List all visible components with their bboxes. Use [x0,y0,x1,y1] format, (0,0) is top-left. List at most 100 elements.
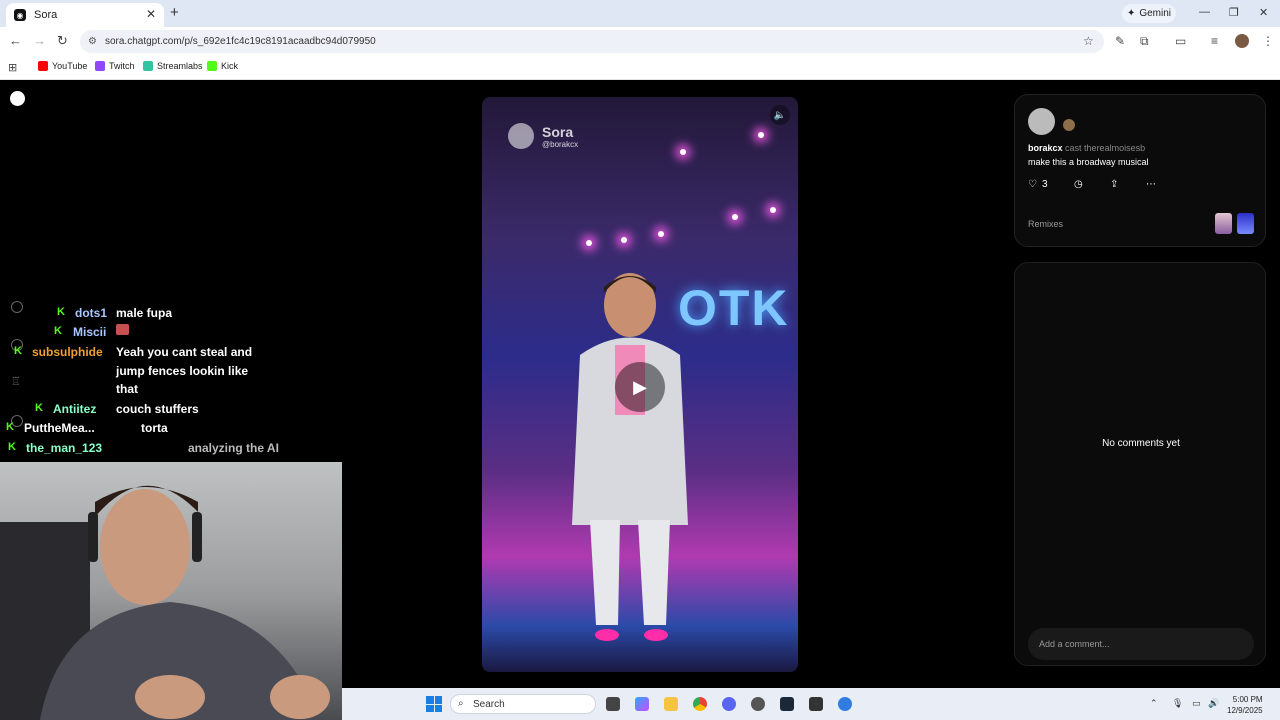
more-options-icon[interactable]: ⋯ [1146,179,1156,190]
bookmark-star-icon[interactable]: ☆ [1083,34,1094,48]
share-icon[interactable]: ⇪ [1110,179,1118,190]
like-button[interactable]: ♡ 3 [1028,179,1048,190]
chat-message: male fupa [116,306,173,320]
bookmark-youtube[interactable]: YouTube [38,61,87,71]
site-info-icon[interactable]: ⚙ [88,36,97,47]
video-player[interactable]: OTK Sora @borakcx 🔈 ▶ [482,97,798,672]
chat-username: subsulphide [32,345,103,359]
kick-badge-icon: K [8,441,16,453]
minimize-icon[interactable]: — [1199,6,1210,18]
streamer-figure [0,485,330,720]
bookmark-label: Twitch [109,61,135,71]
steam-icon[interactable] [780,697,794,711]
cast-avatar[interactable] [1063,119,1075,131]
maximize-icon[interactable]: ❐ [1229,6,1239,19]
show-hidden-icons-icon[interactable]: ⌃ [1150,698,1158,709]
play-button[interactable]: ▶ [615,362,665,412]
discord-icon[interactable] [722,697,736,711]
chat-username: Miscii [73,325,107,339]
bookmark-twitch[interactable]: Twitch [95,61,135,71]
sora-favicon-icon: ◉ [14,9,26,21]
chat-username: the_man_123 [26,441,103,455]
cast-text: cast therealmoisesb [1065,143,1146,153]
extension-icon[interactable]: ✎ [1115,34,1125,48]
task-view-icon[interactable] [606,697,620,711]
address-bar-row: ← → ↻ ⚙ sora.chatgpt.com/p/s_692e1fc4c19… [0,27,1280,56]
sora-logo-icon[interactable] [10,91,25,106]
volume-icon[interactable]: 🔊 [1208,698,1219,709]
streamlabs-icon [143,61,153,71]
chat-message: couch stuffers [116,402,199,416]
trophy-nav-icon[interactable]: ♖ [11,375,21,388]
watermark-title: Sora [542,123,574,140]
bookmark-streamlabs[interactable]: Streamlabs [143,61,203,71]
taskbar-search-label: Search [473,698,505,710]
post-author[interactable]: borakcx cast therealmoisesb [1028,143,1145,153]
gemini-button[interactable]: ✦ Gemini [1122,4,1176,23]
profile-avatar[interactable] [1235,34,1249,48]
kick-icon [207,61,217,71]
chat-username: Antiitez [53,402,97,416]
app-icon[interactable] [751,697,765,711]
kick-badge-icon: K [14,345,22,357]
tab-sora[interactable]: ◉ Sora ✕ [6,3,164,27]
chrome-icon[interactable] [693,697,707,711]
author-name: borakcx [1028,143,1063,153]
bookmark-kick[interactable]: Kick [207,61,238,71]
chat-message: that [116,382,138,396]
post-prompt: make this a broadway musical [1028,157,1149,167]
network-icon[interactable]: ▭ [1192,698,1201,709]
watermark-handle: @borakcx [542,139,579,149]
youtube-icon [38,61,48,71]
chat-message: jump fences lookin like [116,364,249,378]
chat-message: analyzing the AI [188,441,279,455]
performer-figure [572,273,688,641]
remix-thumbnail[interactable] [1237,213,1254,234]
post-info-card: borakcx cast therealmoisesb make this a … [1014,94,1266,247]
kick-badge-icon: K [57,306,65,318]
remix-icon[interactable]: ◷ [1074,179,1083,190]
windows-taskbar: ⌕ Search ⌃ 🎙 ▭ 🔊 5:00 PM 12/9/2025 [342,688,1280,720]
tab-bar: ◉ Sora ✕ + ✦ Gemini — ❐ ✕ [0,0,1280,27]
menu-icon[interactable]: ⋮ [1262,34,1274,48]
remixes-label: Remixes [1028,219,1064,229]
author-avatar[interactable] [1028,108,1055,135]
taskbar-clock[interactable]: 5:00 PM 12/9/2025 [1227,694,1263,716]
epic-games-icon[interactable] [809,697,823,711]
apps-grid-icon[interactable]: ⊞ [8,61,17,74]
clock-date: 12/9/2025 [1227,706,1263,715]
clock-time: 5:00 PM [1232,695,1263,704]
sound-toggle-icon[interactable]: 🔈 [770,105,790,125]
forward-icon[interactable]: → [33,33,46,48]
media-icon[interactable]: ≡ [1211,34,1218,48]
bookmark-label: Kick [221,61,239,71]
heart-icon: ♡ [1028,179,1037,190]
reload-icon[interactable]: ↻ [57,33,68,49]
remix-thumbnail[interactable] [1215,213,1232,234]
no-comments-text: No comments yet [1102,438,1180,449]
close-window-icon[interactable]: ✕ [1259,6,1268,19]
kick-badge-icon: K [6,421,14,433]
comment-input[interactable]: Add a comment... [1028,628,1254,660]
sora-watermark: Sora @borakcx [508,123,578,149]
cast-icon[interactable]: ▭ [1175,34,1186,48]
like-count: 3 [1041,179,1048,190]
kick-badge-icon: K [35,402,43,414]
back-icon[interactable]: ← [9,33,22,48]
chat-username: dots1 [75,306,108,320]
extensions-puzzle-icon[interactable]: ⧉ [1140,34,1149,49]
taskbar-search[interactable]: ⌕ Search [450,694,596,714]
play-nav-icon[interactable] [11,301,23,313]
close-tab-icon[interactable]: ✕ [146,7,156,21]
start-button[interactable] [426,696,442,712]
chat-username: PuttheMea... [24,421,95,435]
file-explorer-icon[interactable] [664,697,678,711]
sora-logo-icon [508,123,534,149]
microphone-icon[interactable]: 🎙 [1172,698,1183,709]
copilot-icon[interactable] [635,697,649,711]
app-store-icon[interactable] [838,697,852,711]
url-field[interactable]: ⚙ sora.chatgpt.com/p/s_692e1fc4c19c8191a… [80,30,1104,53]
search-icon: ⌕ [458,698,464,709]
new-tab-button[interactable]: + [170,4,179,21]
bookmarks-bar: ⊞ YouTube Twitch Streamlabs Kick [0,56,1280,80]
